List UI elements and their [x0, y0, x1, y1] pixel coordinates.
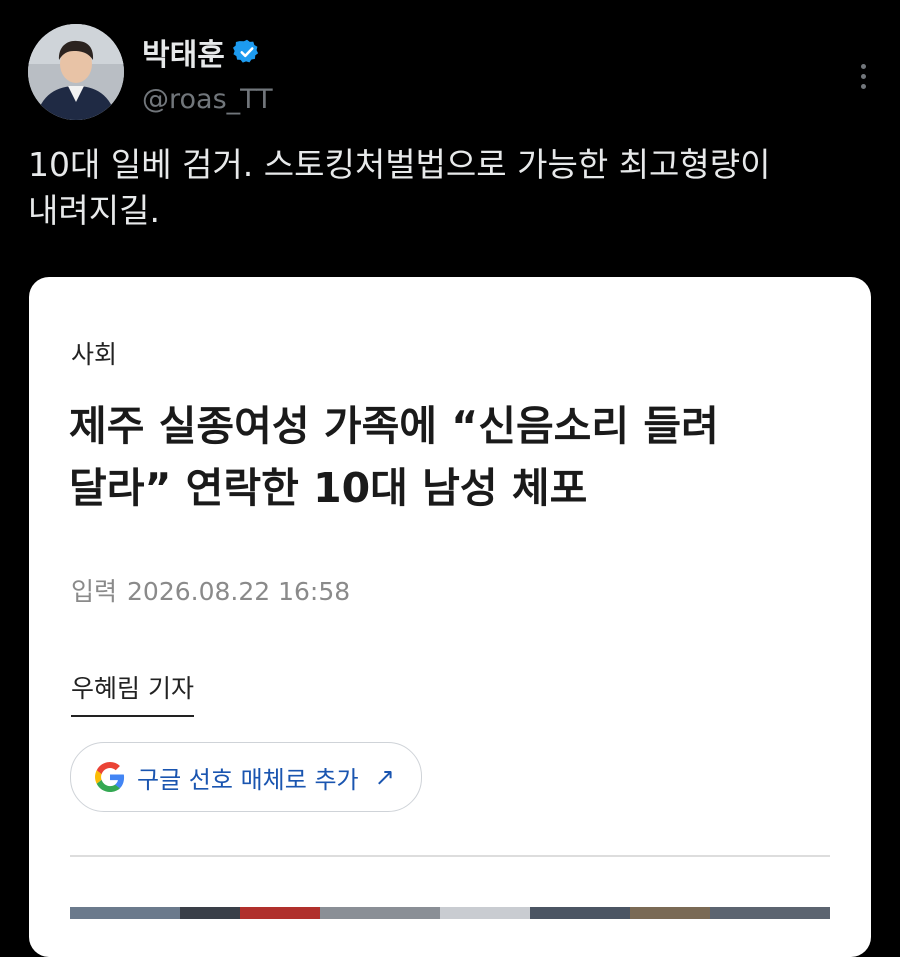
- reporter-link[interactable]: 우혜림 기자: [71, 669, 194, 717]
- article-card[interactable]: 사회 제주 실종여성 가족에 “신음소리 들려 달라” 연락한 10대 남성 체…: [29, 277, 871, 957]
- publish-date-value: 2026.08.22 16:58: [127, 577, 351, 606]
- avatar[interactable]: [28, 24, 124, 120]
- article-headline[interactable]: 제주 실종여성 가족에 “신음소리 들려 달라” 연락한 10대 남성 체포: [69, 395, 849, 519]
- tweet-text-line-2: 내려지길.: [28, 191, 160, 230]
- google-button-label: 구글 선호 매체로 추가: [137, 765, 359, 794]
- headline-line-1: 제주 실종여성 가족에 “신음소리 들려: [69, 402, 719, 450]
- author-handle[interactable]: @roas_TT: [142, 84, 273, 115]
- divider: [70, 855, 830, 857]
- tweet-text: 10대 일베 검거. 스토킹처벌법으로 가능한 최고형량이 내려지길.: [28, 142, 868, 234]
- publish-date-label: 입력: [71, 577, 118, 606]
- tweet-text-line-1: 10대 일베 검거. 스토킹처벌법으로 가능한 최고형량이: [28, 145, 771, 184]
- author-name-text[interactable]: 박태훈: [142, 30, 225, 74]
- tweet-header: 박태훈 @roas_TT: [28, 24, 878, 124]
- verified-badge-icon: [232, 39, 258, 63]
- add-google-preferred-source-button[interactable]: 구글 선호 매체로 추가 ↗: [70, 742, 422, 812]
- author-name[interactable]: 박태훈: [142, 30, 261, 74]
- external-arrow-icon: ↗: [374, 763, 395, 791]
- publish-date: 입력 2026.08.22 16:58: [71, 572, 350, 608]
- more-vertical-icon[interactable]: [848, 58, 878, 94]
- article-image-preview[interactable]: [70, 907, 830, 919]
- article-category[interactable]: 사회: [71, 335, 117, 371]
- google-g-icon: [95, 762, 125, 792]
- headline-line-2: 달라” 연락한 10대 남성 체포: [69, 464, 588, 512]
